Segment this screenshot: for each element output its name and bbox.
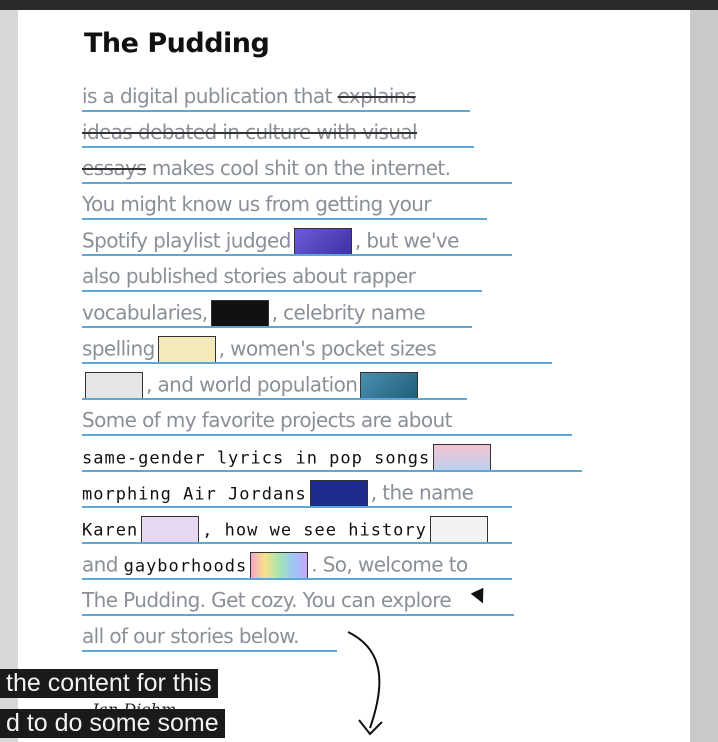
struck-text: explains	[337, 84, 417, 108]
underline	[82, 254, 512, 256]
line-text: is a digital publication that	[82, 84, 338, 108]
thumbnail-pop-songs[interactable]	[433, 444, 492, 472]
text-line-13: Karen , how we see history	[82, 516, 512, 546]
underline	[82, 182, 512, 184]
thumbnail-history[interactable]	[429, 516, 488, 544]
caption-line-2: d to do some some	[0, 709, 225, 738]
text-line-6: also published stories about rapper	[82, 264, 482, 294]
underline	[82, 146, 474, 148]
handwritten-air-jordans[interactable]: morphing Air Jordans	[82, 485, 307, 505]
thumbnail-gayborhoods[interactable]	[250, 552, 309, 580]
text-line-3: essays makes cool shit on the internet.	[82, 156, 512, 186]
line-text: The Pudding. Get cozy. You can explore	[82, 588, 452, 612]
underline	[82, 362, 552, 364]
thumbnail-spotify[interactable]	[293, 228, 352, 256]
underline	[82, 470, 582, 472]
line-text: also published stories about rapper	[82, 264, 416, 288]
thumbnail-population[interactable]	[360, 372, 419, 400]
line-text: spelling	[82, 336, 155, 361]
handwritten-pop-lyrics[interactable]: same-gender lyrics in pop songs	[82, 449, 430, 469]
thumbnail-karen[interactable]	[141, 516, 200, 544]
underline	[82, 398, 467, 400]
left-margin	[0, 10, 18, 742]
text-line-4: You might know us from getting your	[82, 192, 487, 222]
line-text: all of our stories below.	[82, 624, 299, 648]
link-spotify[interactable]: Spotify playlist judged	[82, 229, 291, 253]
underline	[82, 326, 472, 328]
underline	[82, 290, 482, 292]
right-margin	[690, 10, 718, 742]
handwritten-karen[interactable]: Karen	[82, 521, 138, 541]
link-world-population[interactable]: , and world population	[146, 373, 358, 397]
caption-line-1: the content for this	[0, 669, 218, 698]
text-line-10: Some of my favorite projects are about	[82, 408, 572, 438]
text-line-12: morphing Air Jordans , the name	[82, 480, 512, 510]
underline	[82, 506, 512, 508]
thumbnail-dots[interactable]	[157, 336, 216, 364]
link-celebrity-names[interactable]: , celebrity name	[272, 301, 426, 325]
text-line-5: Spotify playlist judged , but we've	[82, 228, 512, 258]
handwritten-history[interactable]: , how we see history	[202, 521, 427, 541]
text-line-8: spelling , women's pocket sizes	[82, 336, 552, 366]
text-line-7: vocabularies, , celebrity name	[82, 300, 472, 330]
down-arrow-icon	[347, 631, 383, 736]
line-text: . So, welcome to	[311, 552, 468, 577]
line-text: Some of my favorite projects are about	[82, 408, 452, 432]
underline	[82, 434, 572, 436]
link-name-karen[interactable]: , the name	[371, 481, 474, 505]
text-line-9: , and world population	[82, 372, 467, 402]
struck-text: essays	[82, 156, 147, 180]
handwritten-gayborhoods[interactable]: gayborhoods	[124, 557, 248, 577]
text-line-11: same-gender lyrics in pop songs	[82, 444, 582, 474]
link-pocket-sizes[interactable]: , women's pocket sizes	[219, 337, 437, 361]
page-title: The Pudding	[84, 28, 270, 59]
underline	[82, 542, 512, 544]
top-bar	[0, 0, 718, 10]
text-line-1: is a digital publication that explains	[82, 84, 470, 114]
text-line-14: and gayborhoods . So, welcome to	[82, 552, 512, 582]
text-line-2: ideas debated in culture with visual	[82, 120, 474, 150]
line-text: and	[82, 552, 124, 577]
struck-text: ideas debated in culture with visual	[82, 120, 418, 144]
underline	[82, 650, 337, 652]
underline	[82, 218, 487, 220]
line-text: , but we've	[354, 228, 460, 253]
underline	[82, 110, 470, 112]
text-line-16: all of our stories below.	[82, 624, 337, 654]
underline	[82, 578, 512, 580]
line-text: makes cool shit on the internet.	[146, 156, 451, 180]
link-rapper-vocabularies[interactable]: vocabularies,	[82, 301, 208, 325]
underline	[82, 614, 514, 616]
text-line-15: The Pudding. Get cozy. You can explore	[82, 588, 514, 618]
thumbnail-jordans[interactable]	[309, 480, 368, 508]
line-text: You might know us from getting your	[82, 192, 432, 216]
thumbnail-rapper[interactable]	[210, 300, 269, 328]
thumbnail-pockets[interactable]	[85, 372, 143, 400]
